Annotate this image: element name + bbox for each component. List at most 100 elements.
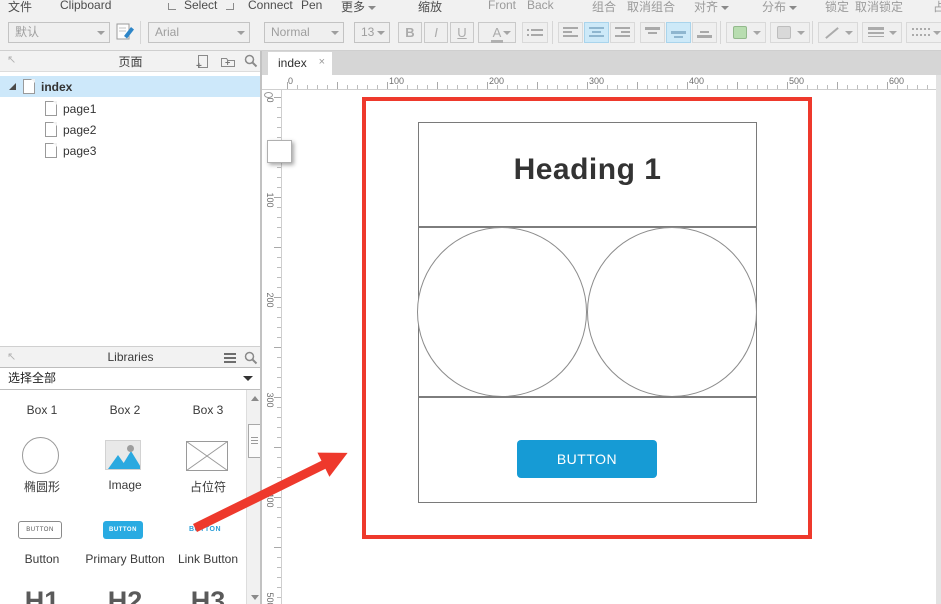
image-mountain-icon xyxy=(120,451,141,469)
sitemap-node-page2[interactable]: page2 xyxy=(0,119,261,140)
library-thumb-ellipse[interactable] xyxy=(22,437,59,474)
menu-more[interactable]: 更多 xyxy=(341,0,376,15)
chevron-down-icon xyxy=(243,376,253,381)
library-item-link-button-label[interactable]: Link Button xyxy=(166,552,250,566)
font-color-button[interactable]: A xyxy=(478,22,516,43)
chevron-down-icon xyxy=(789,6,797,10)
library-thumb-image[interactable] xyxy=(105,440,141,470)
page-icon xyxy=(45,143,57,158)
library-item-placeholder-label[interactable]: 占位符 xyxy=(166,478,250,495)
chevron-down-icon xyxy=(368,6,376,10)
valign-bottom-button[interactable] xyxy=(692,22,717,43)
pencil-icon xyxy=(825,27,839,39)
library-item-image-label[interactable]: Image xyxy=(83,478,167,492)
menu-front[interactable]: Front xyxy=(488,0,516,12)
canvas-scrollbar[interactable] xyxy=(936,75,941,604)
menu-file[interactable]: 文件 xyxy=(8,0,32,15)
toolbar-separator xyxy=(720,21,721,44)
fill-color-button[interactable] xyxy=(726,22,766,43)
ruler-corner xyxy=(262,75,282,90)
library-item-ellipse-label[interactable]: 椭圆形 xyxy=(0,478,84,495)
sitemap-node-index[interactable]: index xyxy=(0,76,261,97)
bold-button[interactable]: B xyxy=(398,22,422,43)
menu-clipped-item[interactable]: 占 xyxy=(933,0,941,15)
library-thumb-button[interactable]: BUTTON xyxy=(18,521,62,539)
menu-pen[interactable]: Pen xyxy=(301,0,322,12)
underline-button[interactable]: U xyxy=(450,22,474,43)
library-item-box1-label[interactable]: Box 1 xyxy=(0,403,84,417)
toolbar-separator xyxy=(140,21,141,44)
bullet-list-button[interactable] xyxy=(522,22,548,43)
menu-lock[interactable]: 锁定 xyxy=(825,0,849,15)
sitemap-node-page1[interactable]: page1 xyxy=(0,98,261,119)
edit-style-icon[interactable] xyxy=(116,23,136,41)
panel-splitter[interactable] xyxy=(260,50,262,604)
hamburger-menu-icon[interactable] xyxy=(224,353,236,365)
chevron-down-icon xyxy=(97,31,105,35)
align-center-button[interactable] xyxy=(584,22,609,43)
menu-ungroup[interactable]: 取消组合 xyxy=(627,0,675,15)
library-filter-dropdown[interactable]: 选择全部 xyxy=(0,367,261,390)
annotation-rectangle xyxy=(362,97,812,539)
tab-index[interactable]: index × xyxy=(268,52,332,75)
add-folder-icon[interactable]: + xyxy=(220,54,236,69)
add-page-icon[interactable]: + xyxy=(196,54,211,69)
svg-text:+: + xyxy=(196,61,202,69)
line-width-button[interactable] xyxy=(862,22,902,43)
valign-middle-button[interactable] xyxy=(666,22,691,43)
menu-unlock[interactable]: 取消锁定 xyxy=(855,0,903,15)
shadow-button[interactable] xyxy=(770,22,810,43)
menu-group[interactable]: 组合 xyxy=(592,0,616,15)
select-intersected-icon[interactable] xyxy=(226,3,234,10)
search-icon[interactable] xyxy=(244,54,258,68)
menu-select[interactable]: Select xyxy=(184,0,217,12)
menu-zoom[interactable]: 缩放 xyxy=(418,0,442,15)
menu-clipboard[interactable]: Clipboard xyxy=(60,0,111,12)
menu-align[interactable]: 对齐 xyxy=(694,0,729,15)
page-icon xyxy=(45,122,57,137)
menu-connect[interactable]: Connect xyxy=(248,0,293,12)
library-item-box2-label[interactable]: Box 2 xyxy=(83,403,167,417)
library-thumb-h2[interactable]: H2 xyxy=(83,586,167,604)
menu-distribute[interactable]: 分布 xyxy=(762,0,797,15)
library-scrollbar[interactable] xyxy=(246,390,261,604)
align-left-button[interactable] xyxy=(558,22,583,43)
page-icon xyxy=(23,79,35,94)
menu-back[interactable]: Back xyxy=(527,0,554,12)
tab-close-icon[interactable]: × xyxy=(319,56,325,68)
font-weight-dropdown[interactable]: Normal xyxy=(264,22,344,43)
style-preset-dropdown[interactable]: 默认 xyxy=(8,22,110,43)
library-item-button-label[interactable]: Button xyxy=(0,552,84,566)
library-item-primary-button-label[interactable]: Primary Button xyxy=(83,552,167,566)
search-icon[interactable] xyxy=(244,351,258,365)
libraries-panel-header: ↖ Libraries xyxy=(0,346,261,368)
library-thumb-link-button[interactable]: BUTTON xyxy=(189,526,221,533)
align-right-button[interactable] xyxy=(610,22,635,43)
italic-button[interactable]: I xyxy=(424,22,448,43)
ruler-origin-icon xyxy=(264,92,273,98)
library-thumb-placeholder[interactable] xyxy=(186,441,228,471)
tree-expand-caret[interactable] xyxy=(9,83,16,90)
scroll-down-icon[interactable] xyxy=(251,595,259,600)
chevron-down-icon xyxy=(331,31,339,35)
library-thumb-h1[interactable]: H1 xyxy=(0,586,84,604)
library-item-box3-label[interactable]: Box 3 xyxy=(166,403,250,417)
line-width-icon xyxy=(868,27,884,30)
library-thumb-h3[interactable]: H3 xyxy=(166,586,250,604)
library-thumb-primary-button[interactable]: BUTTON xyxy=(103,521,143,539)
valign-top-button[interactable] xyxy=(640,22,665,43)
chevron-down-icon xyxy=(797,31,805,35)
select-contained-icon[interactable] xyxy=(168,3,176,10)
floating-widget-square[interactable] xyxy=(267,140,292,163)
vertical-ruler: 0 100 200 300 400 500 xyxy=(262,90,282,604)
line-style-button[interactable] xyxy=(906,22,941,43)
font-family-dropdown[interactable]: Arial xyxy=(148,22,250,43)
shadow-swatch xyxy=(777,26,791,39)
chevron-down-icon xyxy=(845,31,853,35)
font-size-dropdown[interactable]: 13 xyxy=(354,22,390,43)
chevron-down-icon xyxy=(237,31,245,35)
line-color-button[interactable] xyxy=(818,22,858,43)
sitemap-node-page3[interactable]: page3 xyxy=(0,140,261,161)
toolbar-separator xyxy=(812,21,813,44)
scroll-up-icon[interactable] xyxy=(251,396,259,401)
